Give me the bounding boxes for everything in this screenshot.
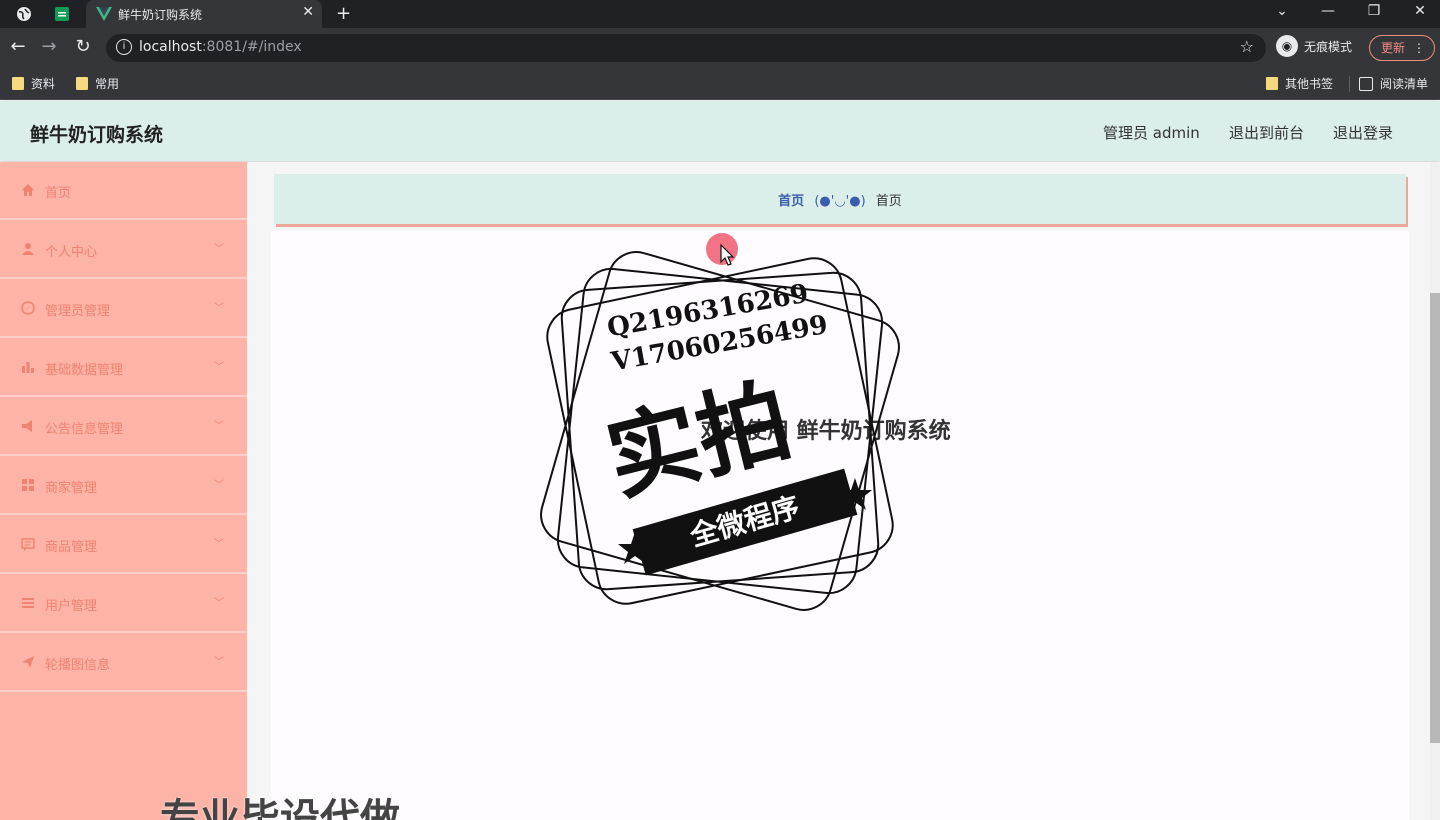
message-icon	[20, 537, 35, 551]
chevron-down-icon: ﹀	[214, 362, 224, 373]
reading-list[interactable]: 阅读清单	[1359, 75, 1428, 92]
sidebar-item-notice[interactable]: 公告信息管理 ﹀	[0, 398, 247, 456]
grid-icon	[20, 478, 35, 492]
back-icon[interactable]: ←	[7, 36, 29, 57]
url-text[interactable]: localhost:8081/#/index	[139, 39, 302, 55]
more-icon: ⋮	[1413, 41, 1425, 55]
chevron-down-icon: ﹀	[214, 657, 224, 668]
bookmarks-bar: 资料 常用 其他书签 阅读清单	[0, 68, 1440, 100]
sidebar-item-profile[interactable]: 个人中心 ﹀	[0, 221, 247, 279]
sidebar-item-admin[interactable]: 管理员管理 ﹀	[0, 280, 247, 338]
info-icon[interactable]: i	[116, 39, 132, 55]
user-icon	[20, 242, 35, 256]
megaphone-icon	[20, 419, 35, 433]
menu-icon	[20, 596, 35, 610]
bookmark-folder-changyong[interactable]: 常用	[76, 75, 119, 92]
page-scrollbar[interactable]	[1430, 162, 1440, 820]
compass-icon	[20, 301, 35, 315]
sidebar: 首页 个人中心 ﹀ 管理员管理 ﹀ 基础数据管理 ﹀ 公告信息管理 ﹀ 商家管理…	[0, 162, 247, 820]
sidebar-item-user[interactable]: 用户管理 ﹀	[0, 575, 247, 633]
browser-tab-bar: 鲜牛奶订购系统 ✕ + ⌄ — ❐ ✕	[0, 0, 1440, 28]
chevron-down-icon: ﹀	[214, 539, 224, 550]
breadcrumb-home-link[interactable]: 首页	[778, 194, 804, 209]
sidebar-item-carousel[interactable]: 轮播图信息 ﹀	[0, 634, 247, 692]
update-button[interactable]: 更新 ⋮	[1369, 35, 1435, 61]
folder-icon	[12, 77, 24, 90]
bookmark-divider	[1349, 76, 1350, 92]
minimize-icon[interactable]: —	[1318, 3, 1338, 19]
chevron-down-icon: ﹀	[214, 244, 224, 255]
app-title: 鲜牛奶订购系统	[30, 124, 164, 146]
send-icon	[20, 655, 35, 669]
app-header: 鲜牛奶订购系统 管理员 admin 退出到前台 退出登录	[0, 101, 1440, 161]
globe-icon[interactable]	[14, 4, 34, 24]
breadcrumb-current: 首页	[875, 194, 902, 209]
cursor-icon	[720, 244, 735, 266]
breadcrumb-separator: (●'◡'●)	[814, 194, 866, 209]
folder-icon	[1266, 77, 1278, 90]
tab-active[interactable]: 鲜牛奶订购系统 ✕	[86, 0, 322, 28]
sidebar-item-basic-data[interactable]: 基础数据管理 ﹀	[0, 339, 247, 397]
tab-search-icon[interactable]: ⌄	[1272, 3, 1292, 19]
reload-icon[interactable]: ↻	[72, 36, 94, 57]
chart-icon	[20, 360, 35, 374]
restore-icon[interactable]: ❐	[1364, 3, 1384, 19]
bookmark-star-icon[interactable]: ☆	[1240, 37, 1254, 56]
chevron-down-icon: ﹀	[214, 598, 224, 609]
home-icon	[20, 183, 35, 197]
other-bookmarks[interactable]: 其他书签	[1266, 75, 1333, 92]
breadcrumb-bar: 首页 (●'◡'●) 首页	[274, 174, 1406, 224]
bookmark-folder-ziliao[interactable]: 资料	[12, 75, 55, 92]
reading-list-icon	[1359, 76, 1373, 91]
exit-to-front-link[interactable]: 退出到前台	[1229, 122, 1304, 143]
vue-logo-icon	[94, 4, 114, 24]
watermark-text: 专业毕设代做	[160, 796, 400, 820]
chevron-down-icon: ﹀	[214, 303, 224, 314]
chevron-down-icon: ﹀	[214, 480, 224, 491]
admin-user-label: 管理员 admin	[1103, 124, 1200, 142]
sidebar-item-merchant[interactable]: 商家管理 ﹀	[0, 457, 247, 515]
logout-link[interactable]: 退出登录	[1333, 122, 1393, 143]
sidebar-item-product[interactable]: 商品管理 ﹀	[0, 516, 247, 574]
address-bar[interactable]: i localhost:8081/#/index ☆	[106, 34, 1266, 62]
folder-icon	[76, 77, 88, 90]
tab-title: 鲜牛奶订购系统	[118, 8, 203, 22]
scrollbar-thumb[interactable]	[1430, 293, 1440, 743]
sheet-app-icon[interactable]	[52, 4, 72, 24]
new-tab-icon[interactable]: +	[336, 3, 351, 24]
close-icon[interactable]: ✕	[302, 4, 314, 20]
breadcrumb: 首页 (●'◡'●) 首页	[274, 190, 1406, 209]
sidebar-item-home[interactable]: 首页	[0, 162, 247, 220]
chevron-down-icon: ﹀	[214, 421, 224, 432]
forward-icon[interactable]: →	[38, 36, 60, 57]
incognito-icon: ◉	[1276, 35, 1298, 57]
window-close-icon[interactable]: ✕	[1410, 3, 1430, 19]
stamp-overlay: Q2196316269 V17060256499 实拍 全微程序	[525, 236, 915, 626]
browser-toolbar: ← → ↻ i localhost:8081/#/index ☆ ◉ 无痕模式 …	[0, 28, 1440, 68]
incognito-indicator[interactable]: ◉ 无痕模式	[1276, 35, 1352, 57]
